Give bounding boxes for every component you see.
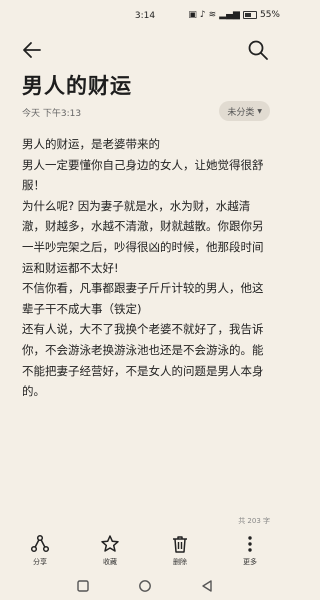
star-icon (101, 535, 119, 552)
triangle-back-icon (202, 580, 212, 592)
top-nav (0, 36, 290, 64)
more-vertical-icon (248, 536, 252, 552)
share-icon (30, 534, 50, 553)
search-icon (248, 40, 268, 60)
favorite-button[interactable]: 收藏 (85, 532, 135, 567)
nfc-icon: ▣ (188, 10, 197, 20)
note-paragraph: 不信你看，凡事都跟妻子斤斤计较的男人，他这辈子干不成大事（铁定) (22, 281, 264, 316)
square-icon (77, 580, 89, 592)
note-paragraph: 还有人说，大不了我换个老婆不就好了，我告诉你，不会游泳老换游泳池也还是不会游泳的… (22, 322, 264, 399)
battery-icon (242, 11, 257, 19)
share-label: 分享 (33, 558, 47, 566)
trash-icon (173, 536, 187, 553)
word-count: 共 203 字 (238, 517, 270, 525)
system-nav-bar (0, 572, 290, 600)
wifi-icon: ≋ (208, 10, 217, 20)
delete-button[interactable]: 删除 (155, 532, 205, 567)
chevron-down-icon: ▼ (257, 107, 262, 115)
favorite-label: 收藏 (103, 558, 117, 566)
status-icons: ▣ ♪ ≋ ▂▄▆ 55% (188, 10, 280, 20)
arrow-left-icon (23, 42, 41, 58)
search-button[interactable] (246, 38, 270, 62)
circle-icon (139, 580, 151, 592)
note-title[interactable]: 男人的财运 (22, 70, 132, 100)
status-bar: 3:14 ▣ ♪ ≋ ▂▄▆ 55% (0, 0, 290, 30)
mute-icon: ♪ (199, 10, 206, 20)
note-body[interactable]: 男人的财运，是老婆带来的 男人一定要懂你自己身边的女人，让她觉得很舒服！ 为什么… (22, 134, 272, 402)
more-button[interactable]: 更多 (225, 532, 275, 567)
category-label: 未分类 (227, 107, 255, 118)
note-paragraph: 男人的财运，是老婆带来的 (22, 137, 160, 151)
note-paragraph: 男人一定要懂你自己身边的女人，让她觉得很舒服！ (22, 157, 264, 193)
back-button[interactable] (20, 38, 44, 62)
category-dropdown[interactable]: 未分类 ▼ (219, 101, 270, 121)
battery-percentage: 55% (259, 10, 280, 20)
home-button[interactable] (138, 578, 152, 597)
more-label: 更多 (243, 558, 257, 566)
system-back-button[interactable] (200, 578, 214, 597)
note-paragraph: 为什么呢? 因为妻子就是水，水为财，水越清澈，财越多，水越不清澈，财就越散。你跟… (22, 198, 264, 275)
note-timestamp: 今天 下午3:13 (22, 109, 82, 119)
signal-icon: ▂▄▆ (219, 10, 240, 20)
recent-apps-button[interactable] (76, 578, 90, 597)
delete-label: 删除 (173, 558, 187, 566)
bottom-toolbar: 分享 收藏 删除 更多 (0, 532, 290, 568)
share-button[interactable]: 分享 (15, 532, 65, 567)
